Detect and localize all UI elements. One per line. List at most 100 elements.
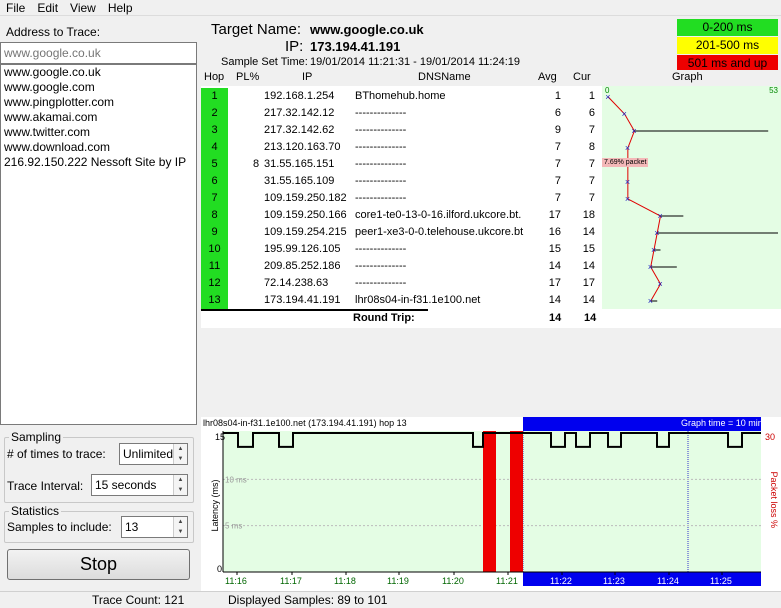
- hop-number: 3: [201, 122, 228, 139]
- interval-value: 15 seconds: [95, 478, 157, 492]
- trace-count: Trace Count: 121: [92, 593, 185, 607]
- interval-label: Trace Interval:: [7, 479, 84, 493]
- col-graph[interactable]: Graph: [672, 71, 703, 83]
- hop-avg: 17: [548, 209, 561, 221]
- hop-number: 8: [201, 207, 228, 224]
- sample-time-label: Sample Set Time:: [221, 56, 308, 68]
- graph-max-label: 53: [769, 86, 778, 95]
- hop-avg: 7: [554, 141, 561, 153]
- hop-point: ×: [648, 262, 653, 272]
- hop-dns: --------------: [355, 277, 407, 289]
- time-graph[interactable]: lhr08s04-in-f31.1e100.net (173.194.41.19…: [201, 417, 781, 591]
- time-tick-label: 11:16: [225, 576, 247, 586]
- hop-avg: 7: [554, 158, 561, 170]
- times-input[interactable]: Unlimited ▲ ▼: [119, 443, 188, 465]
- round-trip-cur: 14: [584, 312, 597, 324]
- col-cur[interactable]: Cur: [573, 71, 591, 83]
- hop-cur: 7: [588, 158, 595, 170]
- time-tick-label: 11:21: [496, 576, 518, 586]
- time-tick-label: 11:22: [550, 576, 572, 586]
- hop-avg: 16: [548, 226, 561, 238]
- hop-point: ×: [648, 296, 653, 306]
- legend-green: 0-200 ms: [677, 19, 778, 36]
- host-list[interactable]: www.google.co.uk www.google.com www.ping…: [0, 64, 197, 425]
- col-dns[interactable]: DNSName: [418, 71, 471, 83]
- time-tick-label: 11:17: [280, 576, 302, 586]
- grid-label-5ms: 5 ms: [225, 522, 242, 531]
- hop-cur: 14: [582, 294, 595, 306]
- host-item[interactable]: www.akamai.com: [1, 110, 196, 125]
- hop-dns: --------------: [355, 141, 407, 153]
- time-tick-label: 11:20: [442, 576, 464, 586]
- host-item[interactable]: www.download.com: [1, 140, 196, 155]
- interval-spinner[interactable]: ▲ ▼: [173, 475, 187, 495]
- times-spinner[interactable]: ▲ ▼: [173, 444, 187, 464]
- hop-number: 2: [201, 105, 228, 122]
- hop-number: 1: [201, 88, 228, 105]
- hop-cur: 7: [588, 175, 595, 187]
- hop-point: ×: [651, 245, 656, 255]
- col-pl[interactable]: PL%: [236, 71, 259, 83]
- hop-point: ×: [625, 143, 630, 153]
- graph-time-label: Graph time = 10 minutes: [681, 418, 780, 428]
- samples-spinner[interactable]: ▲ ▼: [173, 517, 187, 537]
- hop-cur: 15: [582, 243, 595, 255]
- y-max-label: 15: [215, 432, 225, 442]
- hop-graph[interactable]: ××××××××××××× 0 53 7.69% packet: [602, 86, 781, 309]
- stop-button[interactable]: Stop: [7, 549, 190, 580]
- hop-dns: --------------: [355, 243, 407, 255]
- menu-help[interactable]: Help: [102, 0, 139, 16]
- hop-dns: --------------: [355, 260, 407, 272]
- hop-ip: 192.168.1.254: [264, 90, 335, 102]
- hop-avg: 6: [554, 107, 561, 119]
- hop-number: 10: [201, 241, 228, 258]
- hop-avg: 9: [554, 124, 561, 136]
- interval-input[interactable]: 15 seconds ▲ ▼: [91, 474, 188, 496]
- address-input[interactable]: [0, 42, 197, 64]
- hop-cur: 8: [588, 141, 595, 153]
- hop-number: 5: [201, 156, 228, 173]
- hop-avg: 7: [554, 192, 561, 204]
- displayed-samples: Displayed Samples: 89 to 101: [228, 593, 388, 607]
- packet-loss-label: 7.69% packet: [602, 158, 649, 167]
- menu-view[interactable]: View: [64, 0, 102, 16]
- col-avg[interactable]: Avg: [538, 71, 557, 83]
- hop-avg: 17: [548, 277, 561, 289]
- hop-number: 7: [201, 190, 228, 207]
- host-item[interactable]: www.google.com: [1, 80, 196, 95]
- hop-point: ×: [622, 109, 627, 119]
- hop-dns: --------------: [355, 158, 407, 170]
- time-tick-label: 11:25: [710, 576, 732, 586]
- host-item[interactable]: www.twitter.com: [1, 125, 196, 140]
- target-label: Target Name:: [211, 21, 302, 38]
- ip-label: IP:: [285, 38, 304, 55]
- hop-cur: 14: [582, 226, 595, 238]
- time-graph-svg: Graph time = 10 minutes 15 0 30 10 ms 5 ms Lat…: [210, 417, 780, 586]
- hop-ip: 209.85.252.186: [264, 260, 341, 272]
- samples-input[interactable]: 13 ▲ ▼: [121, 516, 188, 538]
- round-trip-label: Round Trip:: [353, 312, 415, 324]
- hop-cur: 7: [588, 192, 595, 204]
- times-value: Unlimited: [123, 447, 174, 461]
- hop-avg: 1: [554, 90, 561, 102]
- host-item[interactable]: www.pingplotter.com: [1, 95, 196, 110]
- hop-ip: 31.55.165.151: [264, 158, 335, 170]
- hop-dns: --------------: [355, 192, 407, 204]
- hop-cur: 18: [582, 209, 595, 221]
- menu-file[interactable]: File: [0, 0, 31, 16]
- statistics-title: Statistics: [9, 504, 62, 518]
- hop-number: 13: [201, 292, 228, 309]
- ip-value: 173.194.41.191: [310, 39, 401, 54]
- samples-value: 13: [125, 520, 139, 534]
- host-item[interactable]: www.google.co.uk: [1, 65, 196, 80]
- y-right-max-label: 30: [765, 432, 775, 442]
- col-ip[interactable]: IP: [302, 71, 312, 83]
- hop-number: 4: [201, 139, 228, 156]
- hop-dns: --------------: [355, 124, 407, 136]
- col-hop[interactable]: Hop: [204, 71, 224, 83]
- hop-number: 9: [201, 224, 228, 241]
- host-item[interactable]: 216.92.150.222 Nessoft Site by IP: [1, 155, 196, 170]
- times-label: # of times to trace:: [7, 447, 106, 461]
- menu-edit[interactable]: Edit: [31, 0, 64, 16]
- sampling-title: Sampling: [9, 430, 64, 444]
